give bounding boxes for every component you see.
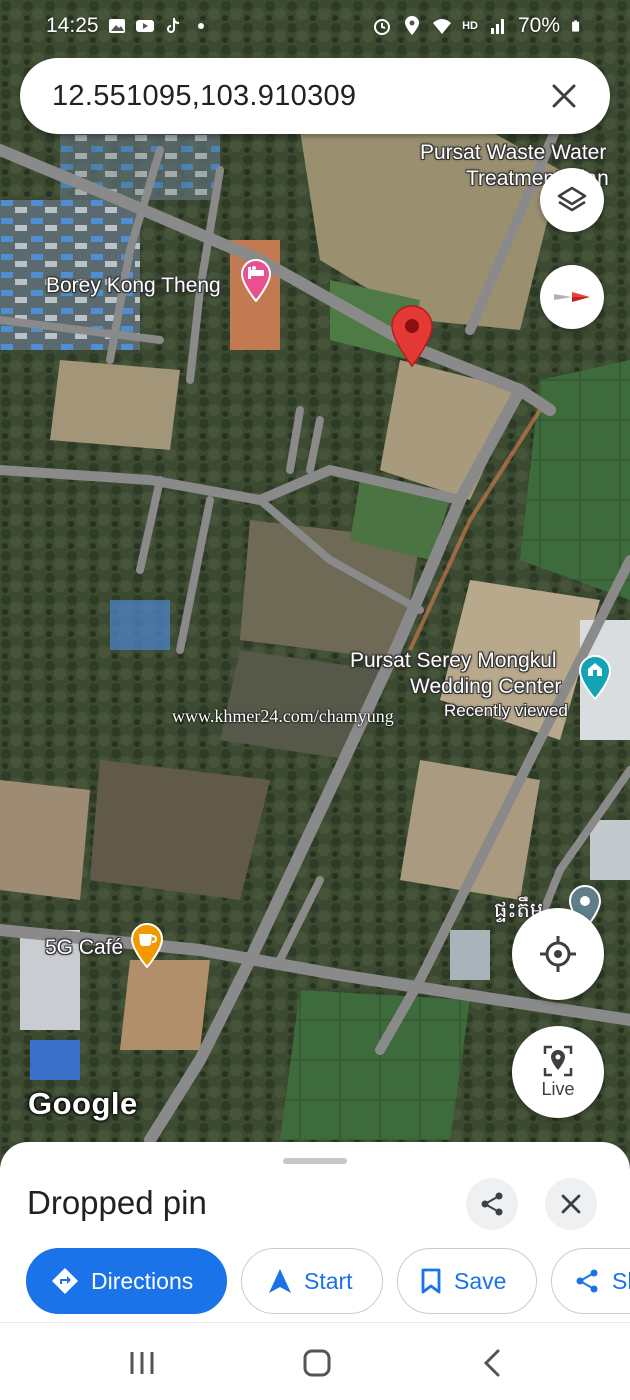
layers-button[interactable] bbox=[540, 168, 604, 232]
cafe-pin-icon[interactable] bbox=[130, 922, 164, 968]
close-icon bbox=[561, 1194, 581, 1214]
youtube-icon bbox=[135, 20, 154, 32]
status-time: 14:25 bbox=[46, 14, 99, 37]
share-chip-button[interactable]: Share bbox=[551, 1248, 630, 1314]
search-bar[interactable]: 12.551095,103.910309 bbox=[20, 58, 610, 134]
wifi-icon bbox=[433, 19, 452, 34]
close-icon bbox=[552, 84, 576, 108]
poi-label-borey[interactable]: Borey Kong Theng bbox=[46, 273, 221, 298]
share-label: Share bbox=[612, 1267, 630, 1294]
bookmark-icon bbox=[421, 1268, 441, 1294]
back-button[interactable] bbox=[470, 1345, 514, 1381]
live-view-icon bbox=[543, 1045, 573, 1076]
poi-label-cafe[interactable]: 5G Café bbox=[45, 935, 123, 960]
status-bar: 14:25 HD 70% bbox=[0, 0, 630, 52]
place-bottom-sheet[interactable]: Dropped pin Directions Start Save S bbox=[0, 1142, 630, 1322]
system-nav-bar bbox=[0, 1322, 630, 1400]
alarm-icon bbox=[374, 19, 391, 35]
compass-button[interactable] bbox=[540, 265, 604, 329]
layers-icon bbox=[557, 186, 587, 212]
location-icon bbox=[405, 16, 420, 35]
clear-search-button[interactable] bbox=[542, 74, 586, 118]
save-button[interactable]: Save bbox=[397, 1248, 537, 1314]
home-icon bbox=[303, 1349, 331, 1377]
signal-icon bbox=[490, 19, 504, 34]
recently-viewed-label: Recently viewed bbox=[444, 701, 568, 720]
share-button[interactable] bbox=[466, 1178, 518, 1230]
search-query-text[interactable]: 12.551095,103.910309 bbox=[52, 80, 356, 113]
place-title: Dropped pin bbox=[27, 1184, 207, 1221]
live-label: Live bbox=[541, 1078, 575, 1099]
share-icon bbox=[576, 1269, 598, 1293]
my-location-button[interactable] bbox=[512, 908, 604, 1000]
drag-handle[interactable] bbox=[283, 1158, 347, 1164]
directions-button[interactable]: Directions bbox=[26, 1248, 227, 1314]
dot-icon bbox=[197, 23, 204, 29]
directions-icon bbox=[52, 1268, 78, 1294]
home-button[interactable] bbox=[295, 1345, 339, 1381]
poi-label-wedding-center-line2[interactable]: Wedding Center bbox=[410, 674, 561, 699]
poi-label-wedding-center[interactable]: Pursat Serey Mongkul bbox=[350, 648, 557, 673]
recents-icon bbox=[130, 1352, 154, 1374]
google-logo: Google bbox=[28, 1086, 138, 1121]
hotel-pin-icon[interactable] bbox=[240, 258, 272, 302]
start-label: Start bbox=[304, 1267, 353, 1294]
crosshair-icon bbox=[540, 936, 576, 972]
directions-label: Directions bbox=[91, 1267, 194, 1294]
action-chips: Directions Start Save Share bbox=[0, 1248, 630, 1316]
close-sheet-button[interactable] bbox=[545, 1178, 597, 1230]
gallery-icon bbox=[108, 19, 125, 33]
back-icon bbox=[483, 1349, 500, 1377]
battery-icon bbox=[572, 20, 580, 32]
network-label: HD bbox=[462, 20, 478, 32]
compass-icon bbox=[554, 292, 590, 302]
start-button[interactable]: Start bbox=[241, 1248, 383, 1314]
recents-button[interactable] bbox=[120, 1345, 164, 1381]
poi-label-waste-water[interactable]: Pursat Waste Water bbox=[420, 140, 606, 165]
battery-percent: 70% bbox=[517, 14, 560, 37]
watermark-text: www.khmer24.com/chamyung bbox=[172, 706, 394, 726]
venue-pin-icon[interactable] bbox=[578, 654, 612, 700]
navigation-arrow-icon bbox=[269, 1269, 291, 1293]
save-label: Save bbox=[454, 1267, 507, 1294]
tiktok-icon bbox=[166, 18, 179, 33]
share-icon bbox=[481, 1192, 503, 1216]
dropped-pin-icon[interactable] bbox=[388, 304, 436, 368]
live-view-button[interactable]: Live bbox=[512, 1026, 604, 1118]
